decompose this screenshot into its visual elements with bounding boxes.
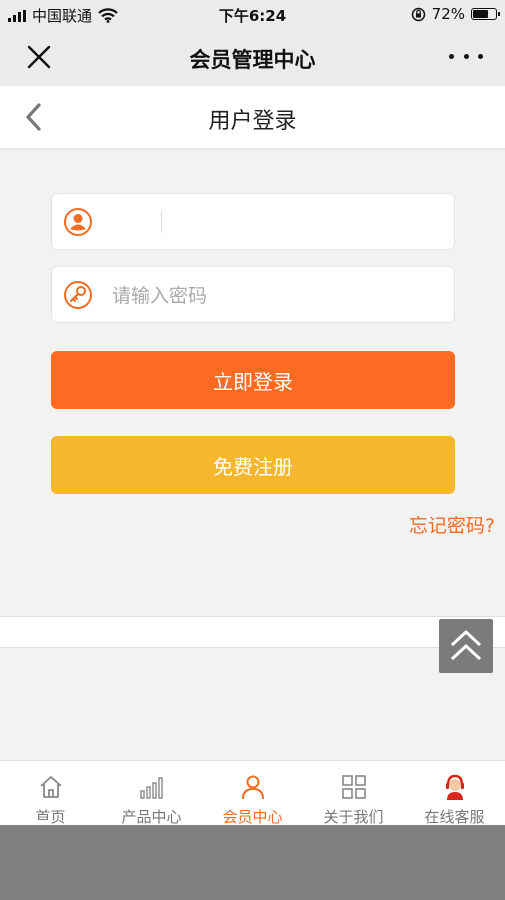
tab-label: 在线客服 — [424, 808, 485, 826]
username-field[interactable] — [51, 193, 455, 250]
wechat-title-bar: 会员管理中心 — [0, 28, 505, 86]
password-field[interactable] — [51, 266, 455, 323]
screen-overlay — [0, 825, 505, 900]
back-to-top-button[interactable] — [439, 619, 493, 673]
username-input[interactable] — [110, 204, 444, 242]
bar-chart-icon — [139, 777, 163, 799]
grid-icon — [341, 775, 366, 799]
page-header: 用户登录 — [0, 86, 505, 148]
password-input[interactable] — [110, 277, 444, 315]
home-icon — [39, 776, 62, 798]
bottom-tab-bar: 首页 产品中心 会员中心 关于我们 在线客服 — [0, 760, 505, 831]
key-icon — [64, 281, 92, 309]
login-button[interactable]: 立即登录 — [51, 351, 455, 409]
double-chevron-up-icon — [450, 630, 482, 661]
battery-icon — [471, 8, 500, 20]
orientation-lock-icon — [411, 7, 425, 21]
battery-percent: 72% — [431, 5, 465, 23]
tab-products[interactable]: 产品中心 — [101, 761, 202, 831]
tab-label: 产品中心 — [121, 808, 182, 826]
tab-about-us[interactable]: 关于我们 — [303, 761, 404, 831]
more-dots-icon[interactable] — [449, 44, 483, 68]
register-button[interactable]: 免费注册 — [51, 436, 455, 494]
customer-service-icon — [445, 774, 464, 800]
user-icon — [64, 208, 92, 236]
status-right: 72% — [411, 5, 500, 23]
tab-member-center[interactable]: 会员中心 — [202, 761, 303, 831]
tab-label: 关于我们 — [323, 808, 384, 826]
wechat-title: 会员管理中心 — [189, 48, 316, 72]
tab-label: 会员中心 — [222, 808, 283, 826]
forgot-password-link[interactable]: 忘记密码? — [409, 511, 495, 538]
tab-online-service[interactable]: 在线客服 — [404, 761, 505, 831]
content-divider — [0, 616, 505, 648]
page-title: 用户登录 — [208, 109, 297, 134]
status-bar: 中国联通 下午6:24 72% — [0, 0, 505, 28]
person-icon — [241, 775, 264, 800]
